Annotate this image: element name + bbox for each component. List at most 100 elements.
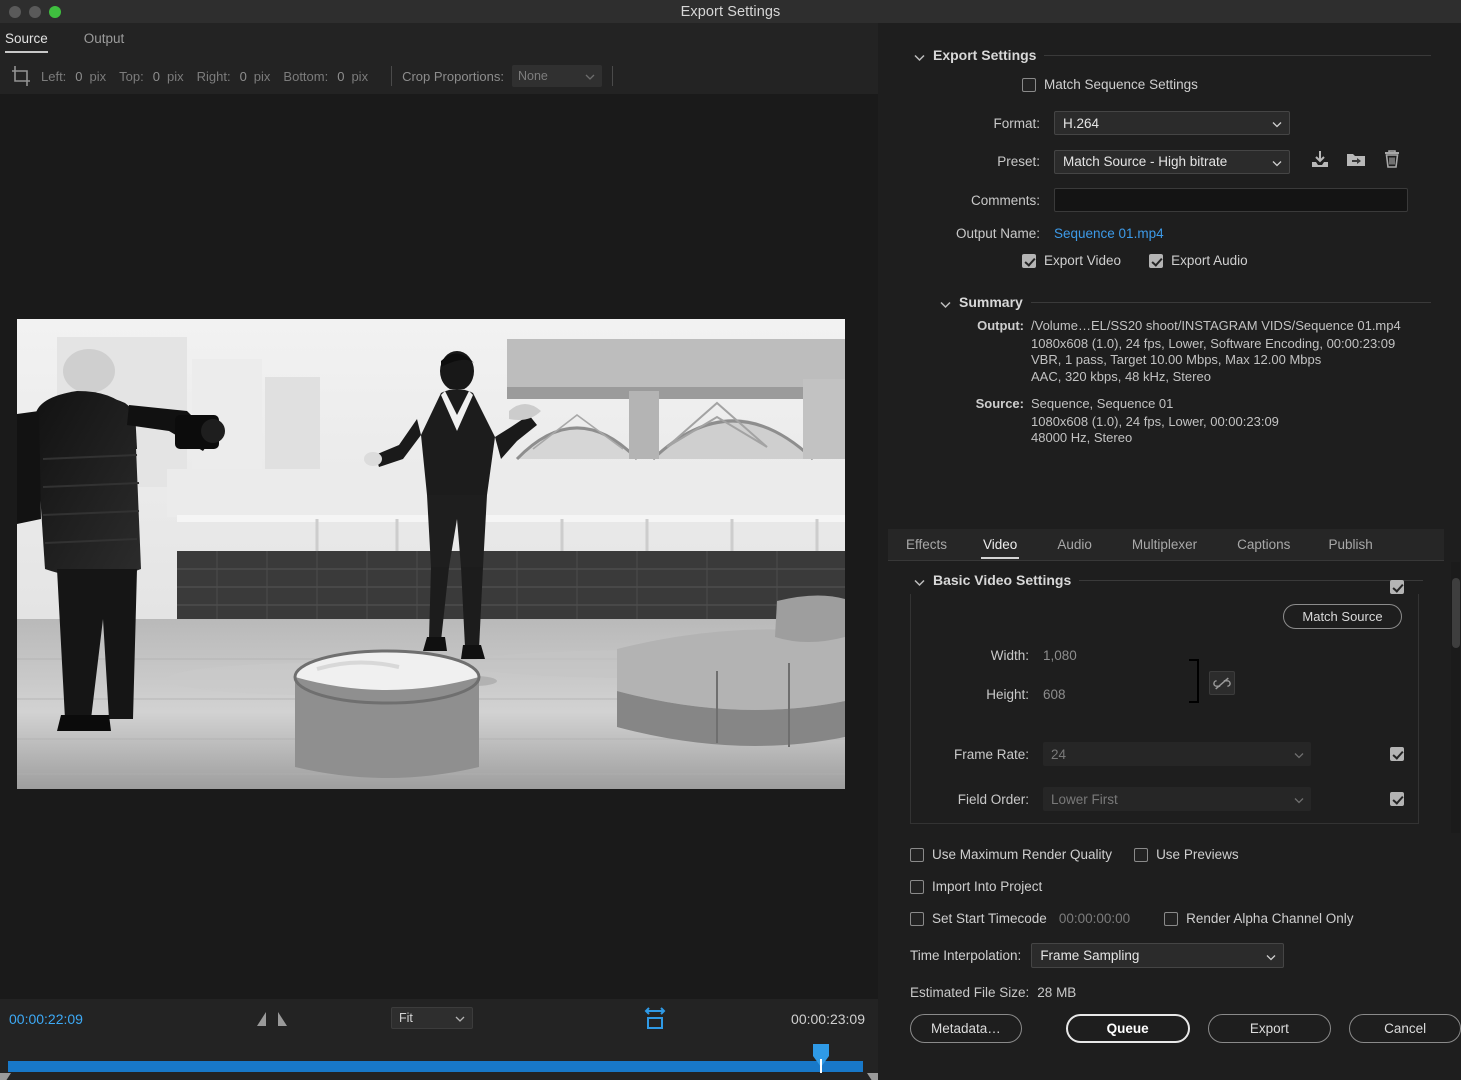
zoom-window-button[interactable] (49, 6, 61, 18)
cancel-button[interactable]: Cancel (1349, 1014, 1461, 1043)
match-source-button[interactable]: Match Source (1283, 604, 1402, 629)
tab-audio[interactable]: Audio (1057, 537, 1092, 559)
preset-actions (1310, 149, 1402, 174)
crop-proportions-select[interactable]: None (512, 65, 602, 87)
field-order-checkbox[interactable] (1390, 792, 1404, 806)
match-sequence-settings-row[interactable]: Match Sequence Settings (1022, 77, 1431, 92)
zoom-level-select[interactable]: Fit (391, 1007, 473, 1029)
chevron-down-icon[interactable] (914, 575, 925, 586)
export-button[interactable]: Export (1208, 1014, 1332, 1043)
tab-captions[interactable]: Captions (1237, 537, 1290, 559)
dialog-buttons: Metadata… Queue Export Cancel (878, 1014, 1461, 1043)
use-previews-checkbox[interactable] (1134, 848, 1148, 862)
summary-source-line-2: 1080x608 (1.0), 24 fps, Lower, 00:00:23:… (1031, 414, 1461, 431)
time-interpolation-select[interactable]: Frame Sampling (1031, 943, 1284, 968)
height-value[interactable]: 608 (1043, 687, 1123, 702)
section-divider (1079, 580, 1423, 581)
export-video-checkbox[interactable] (1022, 254, 1036, 268)
crop-top-value[interactable]: 0 (153, 69, 160, 84)
tab-publish[interactable]: Publish (1328, 537, 1372, 559)
summary-header[interactable]: Summary (878, 294, 1461, 310)
fit-to-source-icon[interactable] (644, 1005, 666, 1031)
crop-top-label: Top: (119, 69, 144, 84)
export-video-label: Export Video (1044, 253, 1121, 268)
minimize-window-button[interactable] (29, 6, 41, 18)
chevron-down-icon (1294, 747, 1304, 762)
broken-link-icon[interactable] (1209, 671, 1235, 695)
crop-left-value[interactable]: 0 (75, 69, 82, 84)
match-sequence-settings-checkbox[interactable] (1022, 78, 1036, 92)
chevron-down-icon[interactable] (914, 50, 925, 61)
start-timecode-value[interactable]: 00:00:00:00 (1059, 911, 1130, 926)
mark-out-icon[interactable] (278, 1012, 287, 1026)
import-into-project-label: Import Into Project (932, 879, 1042, 894)
scrollbar-thumb[interactable] (1452, 578, 1460, 648)
settings-tabs-panel: Effects Video Audio Multiplexer Captions… (878, 520, 1461, 833)
crop-top-unit: pix (167, 69, 184, 84)
chevron-down-icon[interactable] (940, 297, 951, 308)
scrub-bar[interactable] (8, 1061, 863, 1072)
field-order-value: Lower First (1051, 792, 1118, 807)
export-settings-header[interactable]: Export Settings (878, 23, 1461, 63)
import-into-project-checkbox[interactable] (910, 880, 924, 894)
crop-left-label: Left: (41, 69, 66, 84)
tab-effects[interactable]: Effects (906, 537, 947, 559)
chevron-down-icon (1272, 154, 1282, 169)
format-select[interactable]: H.264 (1054, 111, 1290, 135)
width-value[interactable]: 1,080 (1043, 648, 1123, 663)
window-traffic-lights (9, 6, 61, 18)
dimension-bracket (1189, 659, 1199, 703)
preview-transport-bar: 00:00:22:09 Fit 00:00:23:09 (0, 999, 878, 1080)
frame-rate-select[interactable]: 24 (1043, 742, 1311, 766)
close-window-button[interactable] (9, 6, 21, 18)
delete-preset-icon[interactable] (1382, 149, 1402, 174)
frame-rate-checkbox[interactable] (1390, 747, 1404, 761)
range-out-handle[interactable] (867, 1073, 878, 1080)
field-order-select[interactable]: Lower First (1043, 787, 1311, 811)
render-alpha-channel-only-label: Render Alpha Channel Only (1186, 911, 1353, 926)
set-start-timecode-checkbox[interactable] (910, 912, 924, 926)
output-name-link[interactable]: Sequence 01.mp4 (1054, 226, 1164, 241)
current-timecode[interactable]: 00:00:22:09 (9, 1011, 83, 1027)
set-start-timecode-label: Set Start Timecode (932, 911, 1047, 926)
time-interpolation-row: Time Interpolation: Frame Sampling (878, 943, 1461, 968)
import-into-project-row: Import Into Project (878, 879, 1461, 894)
preset-row: Preset: Match Source - High bitrate (910, 149, 1431, 174)
tab-video[interactable]: Video (983, 537, 1017, 559)
tab-source[interactable]: Source (5, 31, 48, 50)
summary-source-row: Source: Sequence, Sequence 01 (940, 396, 1461, 413)
crop-bottom-value[interactable]: 0 (337, 69, 344, 84)
queue-button[interactable]: Queue (1066, 1014, 1190, 1043)
range-in-handle[interactable] (0, 1073, 11, 1080)
export-audio-checkbox[interactable] (1149, 254, 1163, 268)
basic-video-settings-section: Basic Video Settings Match Source Width:… (878, 572, 1453, 833)
save-preset-icon[interactable] (1310, 149, 1330, 174)
scrub-bar-area[interactable] (0, 1055, 878, 1080)
format-label: Format: (910, 116, 1040, 131)
basic-video-settings-header[interactable]: Basic Video Settings (878, 572, 1453, 588)
width-height-checkbox[interactable] (1390, 580, 1404, 594)
summary-title: Summary (959, 294, 1023, 310)
use-maximum-render-quality-label: Use Maximum Render Quality (932, 847, 1112, 862)
video-preview-area (0, 94, 878, 999)
metadata-button[interactable]: Metadata… (910, 1014, 1022, 1043)
frame-rate-label: Frame Rate: (911, 747, 1029, 762)
comments-label: Comments: (910, 193, 1040, 208)
tab-output[interactable]: Output (84, 31, 125, 50)
estimated-file-size-row: Estimated File Size: 28 MB (878, 985, 1461, 1000)
crop-right-value[interactable]: 0 (240, 69, 247, 84)
export-settings-group: Export Settings Match Sequence Settings … (878, 23, 1461, 520)
tab-multiplexer[interactable]: Multiplexer (1132, 537, 1197, 559)
preset-select[interactable]: Match Source - High bitrate (1054, 150, 1290, 174)
width-row: Width: 1,080 (911, 648, 1418, 663)
mark-in-icon[interactable] (257, 1012, 266, 1026)
match-sequence-settings-label: Match Sequence Settings (1044, 77, 1198, 92)
section-divider (1031, 302, 1431, 303)
crop-icon[interactable] (10, 65, 32, 87)
render-alpha-channel-only-checkbox[interactable] (1164, 912, 1178, 926)
use-maximum-render-quality-checkbox[interactable] (910, 848, 924, 862)
comments-input[interactable] (1054, 188, 1408, 212)
import-preset-icon[interactable] (1346, 149, 1366, 174)
playhead-handle[interactable] (812, 1043, 830, 1073)
chevron-down-icon (455, 1011, 465, 1025)
